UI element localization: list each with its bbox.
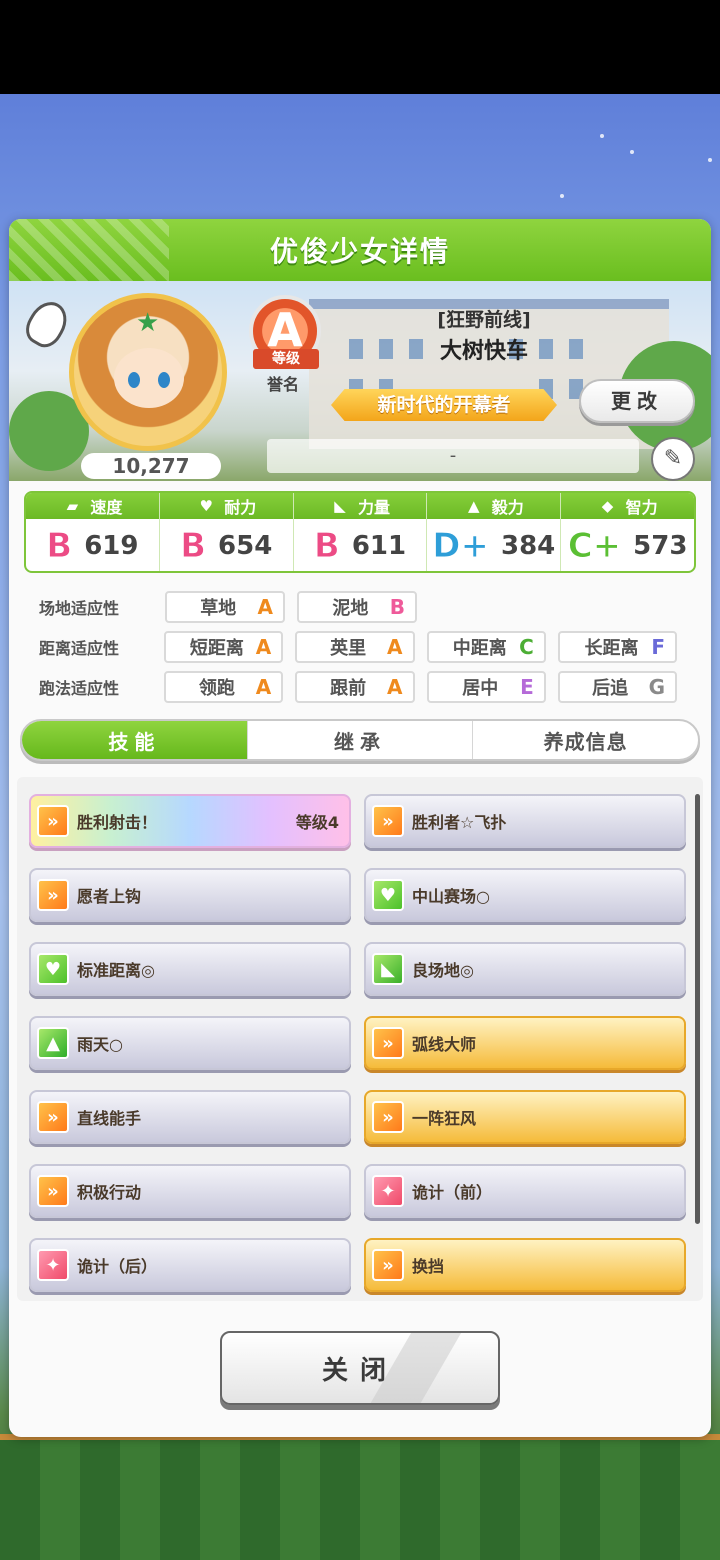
status-bar bbox=[0, 0, 720, 94]
skill-item[interactable]: » 胜利射击！ 等级4 bbox=[29, 794, 351, 848]
tab-training-info[interactable]: 养成信息 bbox=[473, 721, 698, 759]
close-button[interactable]: 关闭 bbox=[220, 1331, 500, 1405]
rank-ribbon: 等级 bbox=[253, 349, 319, 369]
stat-grade: B bbox=[46, 526, 73, 567]
close-button-label: 关闭 bbox=[321, 1355, 398, 1386]
skill-item[interactable]: » 一阵狂风 bbox=[364, 1090, 686, 1144]
muscle-icon: ◣ bbox=[334, 497, 346, 515]
stat-grade: B bbox=[180, 526, 207, 567]
panel-title: 优俊少女详情 bbox=[269, 235, 450, 268]
aptitude-cell: 后追 G bbox=[557, 671, 677, 703]
skill-item[interactable]: » 直线能手 bbox=[29, 1090, 351, 1144]
speed-icon: » bbox=[372, 1101, 404, 1133]
aptitude-cell: 长距离 F bbox=[557, 631, 677, 663]
skills-scrollbar[interactable] bbox=[695, 794, 700, 1224]
heart-icon: ♥ bbox=[199, 497, 213, 515]
stat-value: 573 bbox=[633, 531, 688, 561]
aptitude-cell: 居中 E bbox=[426, 671, 546, 703]
character-avatar[interactable]: ★ bbox=[69, 293, 227, 451]
stat-power: ◣ 力量 B 611 bbox=[293, 493, 428, 571]
aptitude-cell: 跟前 A bbox=[295, 671, 415, 703]
flame-icon: ▲ bbox=[468, 497, 480, 515]
title-banner: 新时代的开幕者 bbox=[331, 389, 557, 421]
stat-value: 611 bbox=[351, 531, 407, 561]
speed-icon: » bbox=[372, 1249, 404, 1281]
stat-value: 384 bbox=[501, 531, 556, 561]
aptitude-cell: 短距离 A bbox=[164, 631, 284, 663]
horse-detail-panel: 优俊少女详情 ★ 10,277 A 等级 誉名 [狂野前线] 大树快车 新时代的… bbox=[9, 219, 711, 1437]
stat-grade: D+ bbox=[432, 526, 490, 567]
heart-icon: ♥ bbox=[372, 879, 404, 911]
aptitude-label: 跑法适应性 bbox=[39, 679, 120, 698]
skills-list[interactable]: » 胜利射击！ 等级4 » 胜利者☆飞扑 » 愿者上钩 ♥ 中山赛场○ ♥ 标准距… bbox=[17, 777, 703, 1301]
skill-item[interactable]: ▲ 雨天○ bbox=[29, 1016, 351, 1070]
skill-item[interactable]: » 积极行动 bbox=[29, 1164, 351, 1218]
aptitude-row-strategy: 跑法适应性 领跑 A 跟前 A 居中 E 后追 G bbox=[39, 667, 689, 707]
stat-grade: C+ bbox=[567, 526, 622, 567]
aptitude-cell: 英里 A bbox=[295, 631, 415, 663]
skill-item[interactable]: ✦ 诡计（前） bbox=[364, 1164, 686, 1218]
skill-item[interactable]: ♥ 标准距离◎ bbox=[29, 942, 351, 996]
sparkle-icon: ✦ bbox=[37, 1249, 69, 1281]
horse-head-icon bbox=[19, 295, 75, 353]
aptitude-cell: 草地 A bbox=[165, 591, 285, 623]
memo-field: - bbox=[267, 439, 639, 473]
character-epithet: [狂野前线] bbox=[437, 309, 531, 331]
aptitude-cell: 领跑 A bbox=[164, 671, 284, 703]
heart-icon: ♥ bbox=[37, 953, 69, 985]
aptitude-cell: 泥地 B bbox=[297, 591, 417, 623]
detail-tabs: 技能 继承 养成信息 bbox=[20, 719, 700, 761]
skill-item[interactable]: » 愿者上钩 bbox=[29, 868, 351, 922]
stat-stamina: ♥ 耐力 B 654 bbox=[159, 493, 294, 571]
skill-item[interactable]: ✦ 诡计（后） bbox=[29, 1238, 351, 1292]
aptitude-table: 场地适应性 草地 A 泥地 B 距离适应性 短距离 A 英里 A 中距离 C 长距离 F 跑… bbox=[39, 587, 689, 707]
tab-skills[interactable]: 技能 bbox=[22, 721, 248, 759]
fan-count: 10,277 bbox=[81, 453, 221, 479]
speed-icon: » bbox=[37, 879, 69, 911]
panel-header: 优俊少女详情 bbox=[9, 219, 711, 281]
aptitude-label: 距离适应性 bbox=[39, 639, 120, 658]
stat-wisdom: ◆ 智力 C+ 573 bbox=[561, 493, 694, 571]
sparkle-icon: ✦ bbox=[372, 1175, 404, 1207]
stat-value: 654 bbox=[218, 531, 273, 561]
skill-item[interactable]: » 换挡 bbox=[364, 1238, 686, 1292]
speed-icon: » bbox=[37, 1175, 69, 1207]
rank-label: 誉名 bbox=[267, 375, 300, 394]
edit-memo-button[interactable]: ✎ bbox=[651, 437, 695, 481]
stat-speed: ▰ 速度 B 619 bbox=[26, 493, 160, 571]
power-icon: ◣ bbox=[372, 953, 404, 985]
speed-icon: » bbox=[372, 805, 404, 837]
aptitude-row-distance: 距离适应性 短距离 A 英里 A 中距离 C 长距离 F bbox=[39, 627, 689, 667]
stats-table: ▰ 速度 B 619 ♥ 耐力 B 654 ◣ 力量 B 611 ▲ 毅力 D+ 384 ◆ 智力… bbox=[24, 491, 696, 573]
change-title-button[interactable]: 更改 bbox=[579, 379, 695, 423]
skill-item[interactable]: » 胜利者☆飞扑 bbox=[364, 794, 686, 848]
speed-icon: » bbox=[372, 1027, 404, 1059]
skill-item[interactable]: ◣ 良场地◎ bbox=[364, 942, 686, 996]
star-icon: ★ bbox=[136, 308, 160, 338]
aptitude-row-track: 场地适应性 草地 A 泥地 B bbox=[39, 587, 689, 627]
profile-section: ★ 10,277 A 等级 誉名 [狂野前线] 大树快车 新时代的开幕者 更改 … bbox=[9, 281, 711, 481]
stat-grade: B bbox=[313, 526, 340, 567]
speed-icon: » bbox=[37, 805, 69, 837]
stat-guts: ▲ 毅力 D+ 384 bbox=[427, 493, 562, 571]
pencil-icon: ✎ bbox=[663, 446, 683, 471]
speed-icon: » bbox=[37, 1101, 69, 1133]
aptitude-cell: 中距离 C bbox=[426, 631, 546, 663]
character-name: 大树快车 bbox=[439, 339, 528, 364]
skill-item[interactable]: » 弧线大师 bbox=[364, 1016, 686, 1070]
shoe-icon: ▰ bbox=[66, 497, 79, 515]
aptitude-label: 场地适应性 bbox=[39, 599, 120, 618]
skill-item[interactable]: ♥ 中山赛场○ bbox=[364, 868, 686, 922]
tab-inheritance[interactable]: 继承 bbox=[248, 721, 474, 759]
graduation-cap-icon: ◆ bbox=[601, 497, 614, 515]
stat-value: 619 bbox=[84, 531, 139, 561]
fire-icon: ▲ bbox=[37, 1027, 69, 1059]
